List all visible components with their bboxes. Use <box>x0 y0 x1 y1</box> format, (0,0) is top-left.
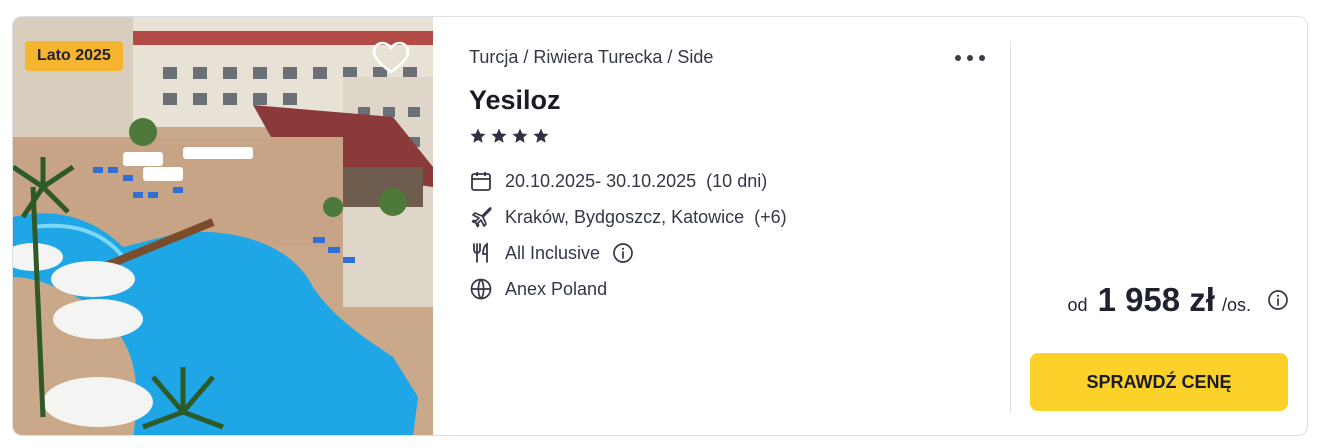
star-rating <box>469 127 550 145</box>
star-icon <box>491 128 507 143</box>
divider <box>1010 41 1011 413</box>
star-icon <box>512 128 528 143</box>
hotel-photo[interactable]: Lato 2025 <box>13 17 433 435</box>
price-block: od 1 958 zł /os. <box>1068 281 1289 319</box>
board-text: All Inclusive <box>505 242 601 263</box>
price-amount: 1 958 zł <box>1097 281 1215 318</box>
check-price-button[interactable]: SPRAWDŹ CENĘ <box>1030 353 1288 411</box>
price-suffix: /os. <box>1221 295 1251 315</box>
board-row: All Inclusive <box>469 241 634 265</box>
departure-row: Kraków, Bydgoszcz, Katowice (+6) <box>469 205 787 229</box>
plane-icon <box>469 205 493 229</box>
price-prefix: od <box>1067 295 1088 315</box>
dates-row: 20.10.2025- 30.10.2025 (10 dni) <box>469 169 767 193</box>
departure-more[interactable]: (+6) <box>754 207 787 228</box>
operator-text: Anex Poland <box>505 278 608 299</box>
dates-text: 20.10.2025- 30.10.2025 <box>505 170 697 191</box>
heart-icon[interactable] <box>371 39 411 79</box>
offer-details: Turcja / Riwiera Turecka / Side Yesiloz … <box>469 17 1009 435</box>
star-icon <box>533 128 549 143</box>
operator-row: Anex Poland <box>469 277 607 301</box>
more-dots-icon[interactable] <box>953 45 987 71</box>
star-icon <box>470 128 486 143</box>
utensils-icon <box>469 241 493 265</box>
info-icon[interactable] <box>612 242 634 264</box>
season-badge: Lato 2025 <box>25 41 123 71</box>
info-icon[interactable] <box>1267 289 1289 311</box>
location-breadcrumb[interactable]: Turcja / Riwiera Turecka / Side <box>469 47 713 68</box>
departure-cities: Kraków, Bydgoszcz, Katowice <box>505 206 745 227</box>
duration-text: (10 dni) <box>706 170 768 191</box>
calendar-icon <box>469 169 493 193</box>
hotel-name[interactable]: Yesiloz <box>469 85 561 116</box>
offer-card[interactable]: Lato 2025 Turcja / Riwiera Turecka / Sid… <box>12 16 1308 436</box>
globe-icon <box>469 277 493 301</box>
